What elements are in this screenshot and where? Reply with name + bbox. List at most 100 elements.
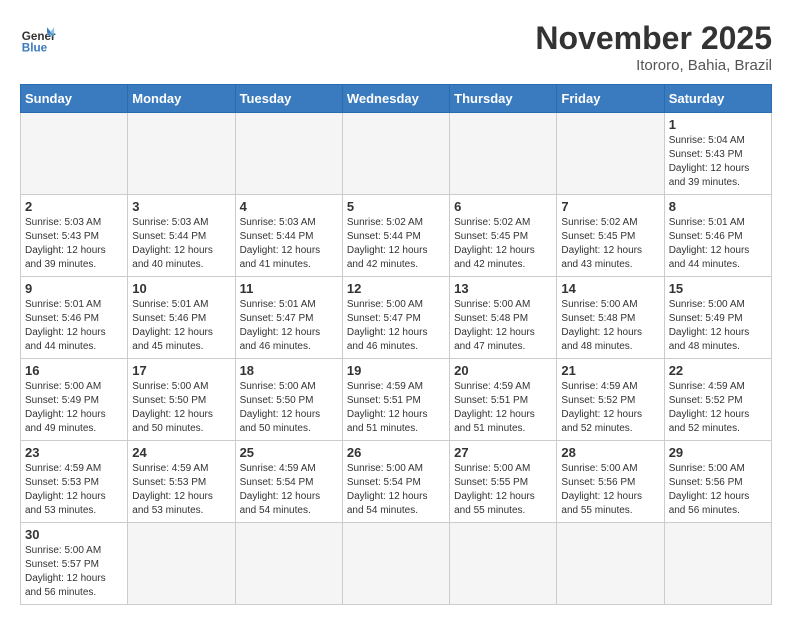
day-info: Sunrise: 5:00 AMSunset: 5:47 PMDaylight:… [347,298,445,354]
day-info: Sunrise: 5:00 AMSunset: 5:50 PMDaylight:… [240,380,338,436]
day-info: Sunrise: 5:00 AMSunset: 5:56 PMDaylight:… [669,462,767,518]
header-row: SundayMondayTuesdayWednesdayThursdayFrid… [21,85,772,113]
calendar-cell: 14 Sunrise: 5:00 AMSunset: 5:48 PMDayligh… [557,277,664,359]
calendar-cell: 18 Sunrise: 5:00 AMSunset: 5:50 PMDayligh… [235,359,342,441]
day-info: Sunrise: 5:02 AMSunset: 5:44 PMDaylight:… [347,216,445,272]
calendar-cell: 29 Sunrise: 5:00 AMSunset: 5:56 PMDayligh… [664,441,771,523]
page-header: General Blue November 2025 Itororo, Bahi… [20,20,772,74]
day-number: 8 [669,199,767,214]
day-info: Sunrise: 5:01 AMSunset: 5:46 PMDaylight:… [669,216,767,272]
calendar-week-5: 23 Sunrise: 4:59 AMSunset: 5:53 PMDayligh… [21,441,772,523]
day-info: Sunrise: 5:00 AMSunset: 5:57 PMDaylight:… [25,544,123,600]
day-info: Sunrise: 5:03 AMSunset: 5:44 PMDaylight:… [240,216,338,272]
day-number: 25 [240,445,338,460]
calendar-cell: 27Sunrise: 5:00 AMSunset: 5:55 PMDayligh… [450,441,557,523]
day-info: Sunrise: 5:00 AMSunset: 5:50 PMDaylight:… [132,380,230,436]
day-info: Sunrise: 4:59 AMSunset: 5:53 PMDaylight:… [25,462,123,518]
day-info: Sunrise: 5:01 AMSunset: 5:47 PMDaylight:… [240,298,338,354]
calendar-cell [342,523,449,605]
day-info: Sunrise: 4:59 AMSunset: 5:52 PMDaylight:… [669,380,767,436]
day-number: 30 [25,527,123,542]
calendar-cell [450,113,557,195]
header-monday: Monday [128,85,235,113]
calendar-cell: 24 Sunrise: 4:59 AMSunset: 5:53 PMDayligh… [128,441,235,523]
calendar-cell: 22 Sunrise: 4:59 AMSunset: 5:52 PMDayligh… [664,359,771,441]
calendar-cell [128,113,235,195]
calendar-cell: 25 Sunrise: 4:59 AMSunset: 5:54 PMDayligh… [235,441,342,523]
calendar-body: 1 Sunrise: 5:04 AMSunset: 5:43 PMDaylight… [21,113,772,605]
day-number: 9 [25,281,123,296]
calendar-cell: 7 Sunrise: 5:02 AMSunset: 5:45 PMDaylight… [557,195,664,277]
calendar-cell: 21 Sunrise: 4:59 AMSunset: 5:52 PMDayligh… [557,359,664,441]
calendar-cell: 1 Sunrise: 5:04 AMSunset: 5:43 PMDaylight… [664,113,771,195]
day-number: 10 [132,281,230,296]
day-number: 2 [25,199,123,214]
day-info: Sunrise: 5:01 AMSunset: 5:46 PMDaylight:… [132,298,230,354]
location: Itororo, Bahia, Brazil [535,57,772,74]
calendar-cell [450,523,557,605]
calendar-cell [235,523,342,605]
day-number: 29 [669,445,767,460]
day-number: 16 [25,363,123,378]
day-number: 26 [347,445,445,460]
day-number: 21 [561,363,659,378]
day-info: Sunrise: 4:59 AMSunset: 5:53 PMDaylight:… [132,462,230,518]
calendar-table: SundayMondayTuesdayWednesdayThursdayFrid… [20,84,772,605]
day-info: Sunrise: 5:00 AMSunset: 5:56 PMDaylight:… [561,462,659,518]
calendar-cell: 8 Sunrise: 5:01 AMSunset: 5:46 PMDaylight… [664,195,771,277]
day-info: Sunrise: 5:04 AMSunset: 5:43 PMDaylight:… [669,134,767,190]
header-sunday: Sunday [21,85,128,113]
day-info: Sunrise: 5:00 AMSunset: 5:48 PMDaylight:… [454,298,552,354]
day-info: Sunrise: 4:59 AMSunset: 5:54 PMDaylight:… [240,462,338,518]
day-info: Sunrise: 5:00 AMSunset: 5:49 PMDaylight:… [669,298,767,354]
title-block: November 2025 Itororo, Bahia, Brazil [535,20,772,74]
day-number: 22 [669,363,767,378]
calendar-week-3: 9 Sunrise: 5:01 AMSunset: 5:46 PMDaylight… [21,277,772,359]
day-info: Sunrise: 5:02 AMSunset: 5:45 PMDaylight:… [454,216,552,272]
logo: General Blue [20,20,56,56]
calendar-cell [342,113,449,195]
calendar-cell [557,113,664,195]
day-number: 5 [347,199,445,214]
header-tuesday: Tuesday [235,85,342,113]
day-number: 11 [240,281,338,296]
calendar-cell: 23 Sunrise: 4:59 AMSunset: 5:53 PMDayligh… [21,441,128,523]
day-number: 17 [132,363,230,378]
calendar-cell: 9 Sunrise: 5:01 AMSunset: 5:46 PMDaylight… [21,277,128,359]
calendar-cell [235,113,342,195]
day-info: Sunrise: 5:00 AMSunset: 5:49 PMDaylight:… [25,380,123,436]
day-number: 24 [132,445,230,460]
calendar-cell: 19Sunrise: 4:59 AMSunset: 5:51 PMDayligh… [342,359,449,441]
calendar-cell: 17 Sunrise: 5:00 AMSunset: 5:50 PMDayligh… [128,359,235,441]
day-info: Sunrise: 4:59 AMSunset: 5:52 PMDaylight:… [561,380,659,436]
calendar-cell: 13 Sunrise: 5:00 AMSunset: 5:48 PMDayligh… [450,277,557,359]
calendar-cell: 28Sunrise: 5:00 AMSunset: 5:56 PMDayligh… [557,441,664,523]
day-info: Sunrise: 5:01 AMSunset: 5:46 PMDaylight:… [25,298,123,354]
calendar-week-1: 1 Sunrise: 5:04 AMSunset: 5:43 PMDaylight… [21,113,772,195]
day-number: 13 [454,281,552,296]
day-info: Sunrise: 5:03 AMSunset: 5:44 PMDaylight:… [132,216,230,272]
calendar-cell: 12Sunrise: 5:00 AMSunset: 5:47 PMDayligh… [342,277,449,359]
day-number: 6 [454,199,552,214]
day-number: 4 [240,199,338,214]
day-info: Sunrise: 5:00 AMSunset: 5:48 PMDaylight:… [561,298,659,354]
day-info: Sunrise: 5:03 AMSunset: 5:43 PMDaylight:… [25,216,123,272]
day-number: 18 [240,363,338,378]
day-info: Sunrise: 5:00 AMSunset: 5:54 PMDaylight:… [347,462,445,518]
header-wednesday: Wednesday [342,85,449,113]
day-number: 14 [561,281,659,296]
day-number: 23 [25,445,123,460]
calendar-cell [128,523,235,605]
calendar-cell: 20Sunrise: 4:59 AMSunset: 5:51 PMDayligh… [450,359,557,441]
day-info: Sunrise: 5:00 AMSunset: 5:55 PMDaylight:… [454,462,552,518]
calendar-header: SundayMondayTuesdayWednesdayThursdayFrid… [21,85,772,113]
header-thursday: Thursday [450,85,557,113]
day-number: 7 [561,199,659,214]
day-info: Sunrise: 5:02 AMSunset: 5:45 PMDaylight:… [561,216,659,272]
day-number: 1 [669,117,767,132]
day-number: 3 [132,199,230,214]
calendar-cell: 4 Sunrise: 5:03 AMSunset: 5:44 PMDaylight… [235,195,342,277]
calendar-cell [557,523,664,605]
logo-icon: General Blue [20,20,56,56]
calendar-week-2: 2 Sunrise: 5:03 AMSunset: 5:43 PMDaylight… [21,195,772,277]
